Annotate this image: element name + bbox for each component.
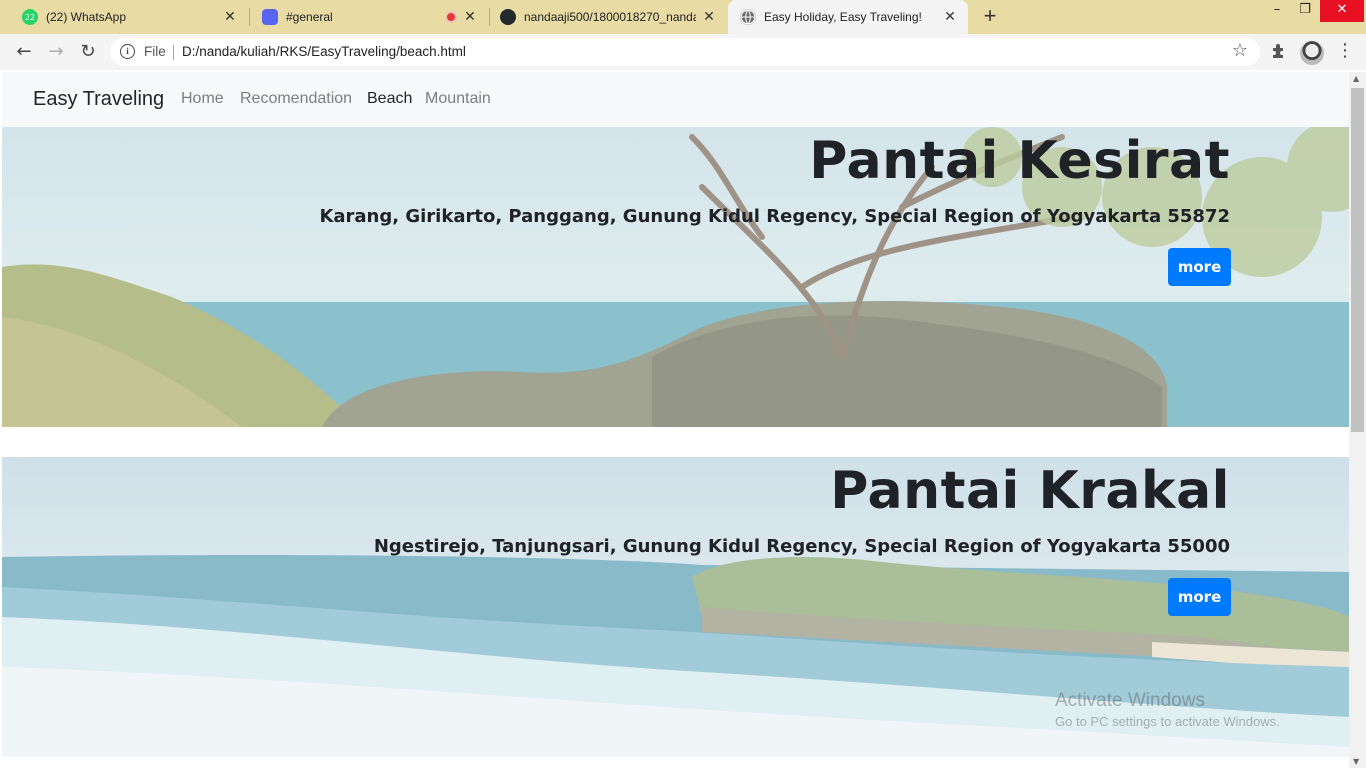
address-scheme: File <box>144 44 166 59</box>
beach-card-kesirat: Pantai Kesirat Karang, Girikarto, Pangga… <box>2 127 1349 427</box>
tab-discord[interactable]: #general ✕ <box>250 0 488 34</box>
close-icon[interactable]: ✕ <box>222 9 238 25</box>
scroll-down-icon[interactable]: ▼ <box>1353 757 1359 766</box>
minimize-button[interactable]: – <box>1262 0 1292 22</box>
scrollbar-thumb[interactable] <box>1351 88 1364 432</box>
info-icon[interactable]: i <box>120 44 135 59</box>
new-tab-button[interactable]: + <box>978 5 1002 29</box>
nav-home[interactable]: Home <box>181 90 224 108</box>
discord-icon <box>262 9 278 25</box>
beach-address: Karang, Girikarto, Panggang, Gunung Kidu… <box>319 206 1230 227</box>
beach-address: Ngestirejo, Tanjungsari, Gunung Kidul Re… <box>373 536 1230 557</box>
tab-title: #general <box>286 10 333 24</box>
whatsapp-icon: 22 <box>22 9 38 25</box>
nav-beach[interactable]: Beach <box>367 90 412 108</box>
site-brand[interactable]: Easy Traveling <box>33 88 164 111</box>
vertical-scrollbar[interactable]: ▲ ▼ <box>1349 72 1366 768</box>
recording-icon <box>445 11 457 23</box>
scroll-up-icon[interactable]: ▲ <box>1353 74 1359 83</box>
globe-icon <box>740 9 756 25</box>
window-close-button[interactable]: ✕ <box>1320 0 1364 22</box>
beach-title: Pantai Kesirat <box>809 131 1230 191</box>
close-icon[interactable]: ✕ <box>701 9 717 25</box>
tab-title: (22) WhatsApp <box>46 10 127 24</box>
nav-mountain[interactable]: Mountain <box>425 90 491 108</box>
watermark-subtitle: Go to PC settings to activate Windows. <box>1055 714 1280 729</box>
more-button[interactable]: more <box>1168 248 1231 286</box>
forward-icon[interactable]: → <box>44 40 68 64</box>
reload-icon[interactable]: ↻ <box>76 40 100 64</box>
extensions-icon[interactable] <box>1270 42 1288 64</box>
github-icon <box>500 9 516 25</box>
address-bar[interactable]: i File D:/nanda/kuliah/RKS/EasyTraveling… <box>110 38 1260 66</box>
more-button[interactable]: more <box>1168 578 1231 616</box>
beach-title: Pantai Krakal <box>830 461 1230 521</box>
browser-toolbar: ← → ↻ i File D:/nanda/kuliah/RKS/EasyTra… <box>0 34 1366 70</box>
tab-title: nandaaji500/1800018270_nanda <box>524 10 696 24</box>
site-navbar: Easy Traveling Home Recomendation Beach … <box>2 72 1349 127</box>
address-divider <box>173 45 174 60</box>
activate-windows-watermark: Activate Windows Go to PC settings to ac… <box>1055 690 1280 729</box>
tab-easy-holiday[interactable]: Easy Holiday, Easy Traveling! ✕ <box>728 0 968 34</box>
close-icon[interactable]: ✕ <box>462 9 478 25</box>
browser-tab-strip: 22 (22) WhatsApp ✕ #general ✕ nandaaji50… <box>0 0 1366 34</box>
nav-recomendation[interactable]: Recomendation <box>240 90 352 108</box>
back-icon[interactable]: ← <box>12 40 36 64</box>
tab-whatsapp[interactable]: 22 (22) WhatsApp ✕ <box>0 0 248 34</box>
tab-title: Easy Holiday, Easy Traveling! <box>764 10 922 24</box>
browser-menu-icon[interactable]: ⋮ <box>1336 40 1354 61</box>
watermark-title: Activate Windows <box>1055 690 1205 711</box>
tab-github[interactable]: nandaaji500/1800018270_nanda ✕ <box>490 0 727 34</box>
profile-avatar[interactable] <box>1300 41 1324 65</box>
restore-button[interactable]: ❐ <box>1290 0 1320 22</box>
bookmark-star-icon[interactable]: ☆ <box>1232 40 1248 61</box>
close-icon[interactable]: ✕ <box>942 9 958 25</box>
page-viewport: Easy Traveling Home Recomendation Beach … <box>2 72 1349 768</box>
address-url[interactable]: D:/nanda/kuliah/RKS/EasyTraveling/beach.… <box>182 44 466 59</box>
